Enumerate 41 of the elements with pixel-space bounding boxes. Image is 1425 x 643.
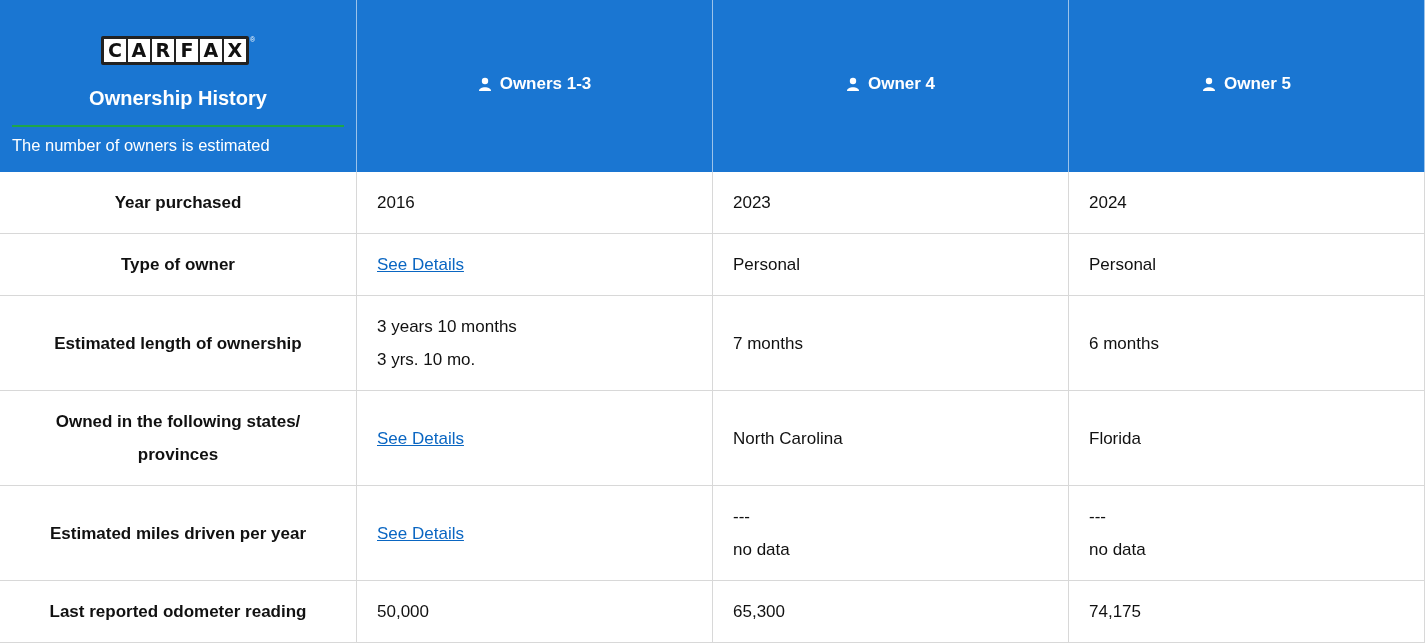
cell-text: 6 months [1089, 332, 1160, 355]
cell-text: North Carolina [733, 427, 844, 450]
cell-text: 3 yrs. 10 mo. [377, 349, 477, 371]
cell-text: 2016 [377, 192, 416, 214]
row-label: Estimated miles driven per year [0, 486, 357, 581]
cell-text: --- [1089, 506, 1107, 528]
cell-text: 74,175 [1089, 601, 1142, 623]
cell-text: 2023 [733, 192, 772, 214]
row-label: Last reported odometer reading [0, 581, 357, 643]
row-label: Type of owner [0, 234, 357, 296]
logo-letter: A [199, 39, 222, 63]
cell-text: Personal [733, 254, 802, 276]
person-icon [1201, 77, 1216, 91]
note-text: The number of owners is estimated [12, 135, 270, 157]
row-label: Estimated length of ownership [0, 296, 357, 391]
cell-text: 7 months [733, 332, 804, 355]
cell-text: 65,300 [733, 601, 786, 623]
cell-text: no data [1089, 539, 1147, 561]
cell-text: Florida [1089, 427, 1142, 450]
details-link[interactable]: See Details [377, 248, 464, 281]
person-icon [477, 77, 492, 91]
logo-letter: F [175, 39, 198, 63]
logo-letter: X [223, 39, 246, 63]
row-label: Year purchased [0, 172, 357, 234]
details-link[interactable]: See Details [377, 421, 464, 455]
logo-letter: A [127, 39, 150, 63]
logo-letter: C [103, 39, 126, 63]
cell-text: 3 years 10 months [377, 316, 518, 338]
cell-text: --- [733, 506, 751, 528]
cell-text: Personal [1089, 254, 1158, 276]
cell-text: 2024 [1089, 192, 1128, 214]
cell-text: 50,000 [377, 601, 430, 623]
details-link[interactable]: See Details [377, 516, 464, 550]
section-title: Ownership History [89, 86, 267, 112]
cell-text: no data [733, 539, 791, 561]
column-header: Owners 1-3 [499, 73, 592, 96]
column-header: Owner 4 [867, 73, 936, 96]
row-label: Owned in the following states/ provinces [0, 391, 357, 486]
column-header: Owner 5 [1223, 73, 1292, 96]
logo-letter: R [151, 39, 174, 63]
person-icon [845, 77, 860, 91]
